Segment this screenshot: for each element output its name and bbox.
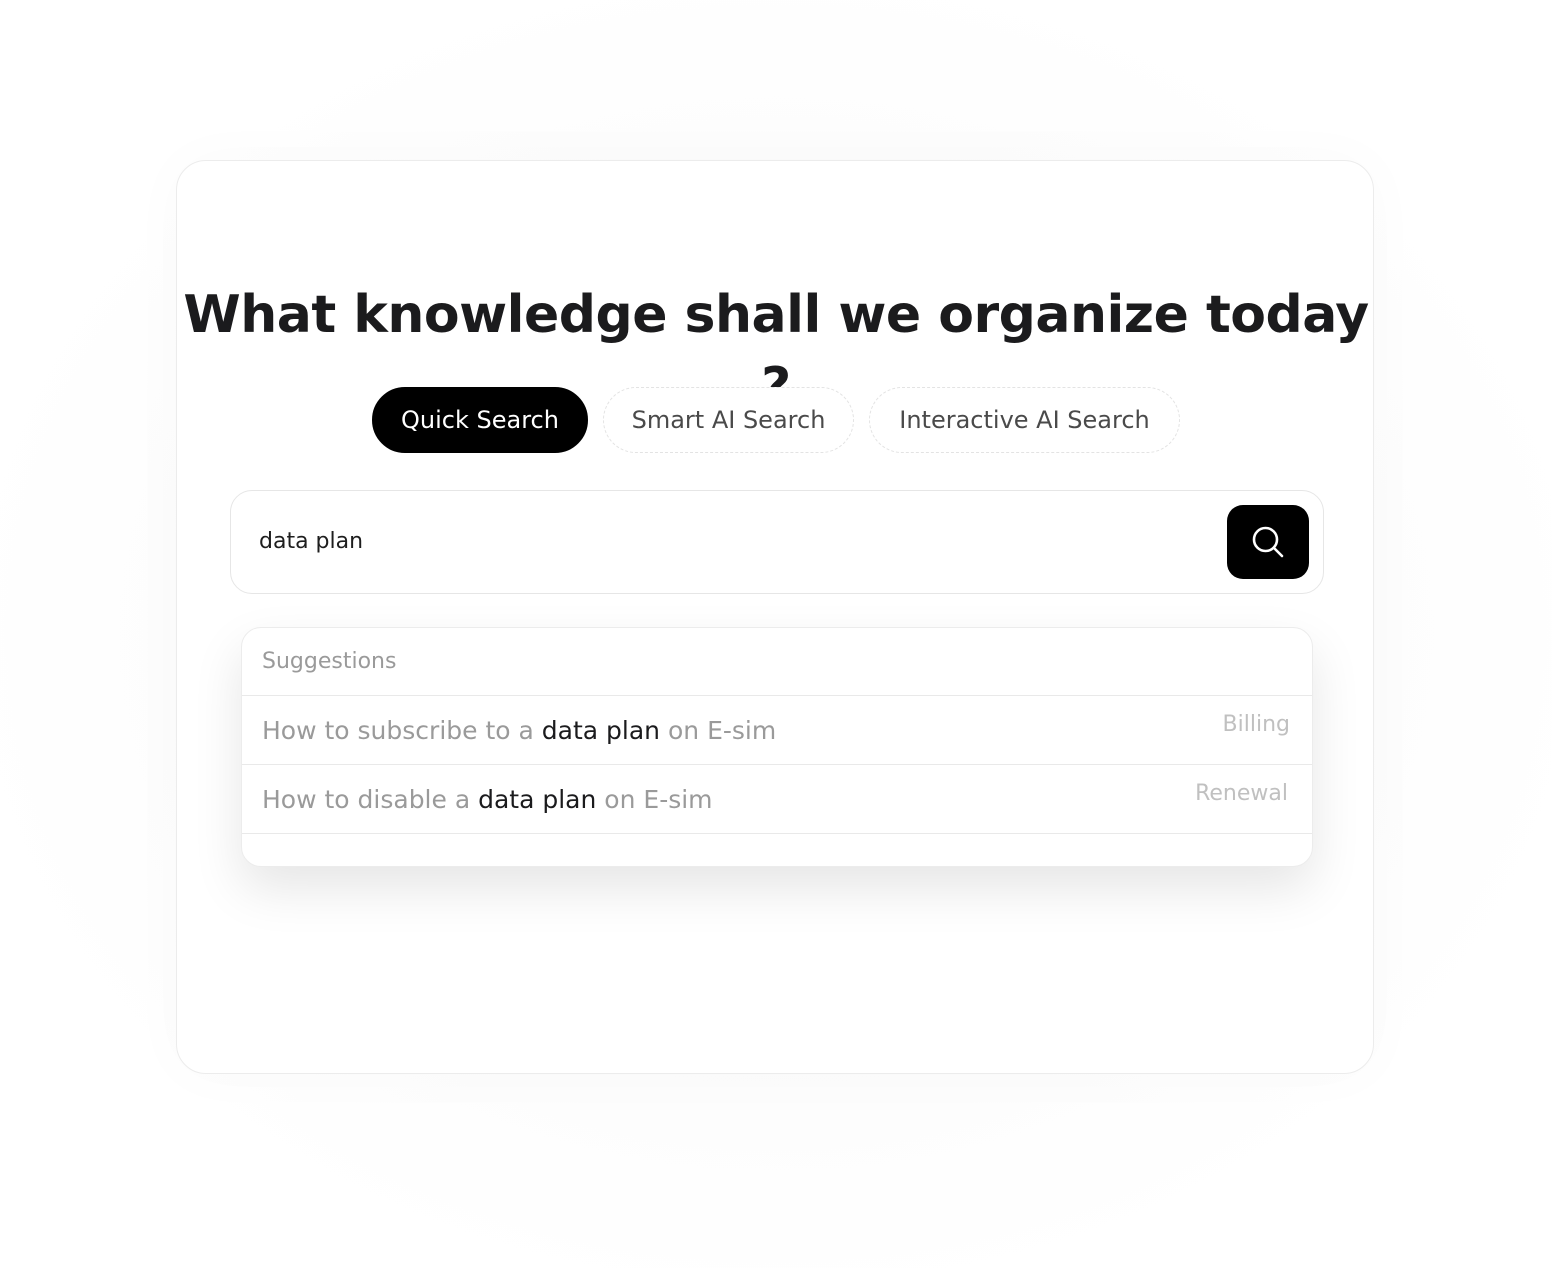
suggestion-item[interactable]: How to disable a data plan on E-sim Rene…: [242, 765, 1312, 834]
search-button[interactable]: [1227, 505, 1309, 579]
search-card: What knowledge shall we organize today ?…: [176, 160, 1374, 1074]
suggestions-header: Suggestions: [242, 628, 1312, 696]
suggestion-category-tag: Renewal: [1195, 781, 1288, 806]
search-input[interactable]: [259, 521, 1199, 561]
tab-smart-ai-search[interactable]: Smart AI Search: [603, 387, 854, 453]
search-icon: [1252, 526, 1284, 558]
suggestion-text: How to disable a data plan on E-sim: [262, 785, 713, 814]
suggestion-prefix: How to disable a: [262, 785, 479, 814]
suggestion-match: data plan: [541, 716, 661, 745]
suggestion-text: How to subscribe to a data plan on E-sim: [262, 716, 776, 745]
suggestion-match: data plan: [478, 785, 597, 814]
suggestions-dropdown: Suggestions How to subscribe to a data p…: [241, 627, 1313, 867]
suggestion-suffix: on E-sim: [596, 785, 713, 814]
suggestion-category-tag: Billing: [1222, 712, 1290, 737]
search-mode-tabs: Quick Search Smart AI Search Interactive…: [372, 387, 1180, 453]
tab-quick-search[interactable]: Quick Search: [372, 387, 588, 453]
search-bar: [230, 490, 1324, 594]
suggestion-suffix: on E-sim: [660, 716, 777, 745]
suggestion-item[interactable]: How to subscribe to a data plan on E-sim…: [242, 696, 1312, 765]
tab-interactive-ai-search[interactable]: Interactive AI Search: [869, 387, 1180, 453]
suggestion-prefix: How to subscribe to a: [262, 716, 542, 745]
